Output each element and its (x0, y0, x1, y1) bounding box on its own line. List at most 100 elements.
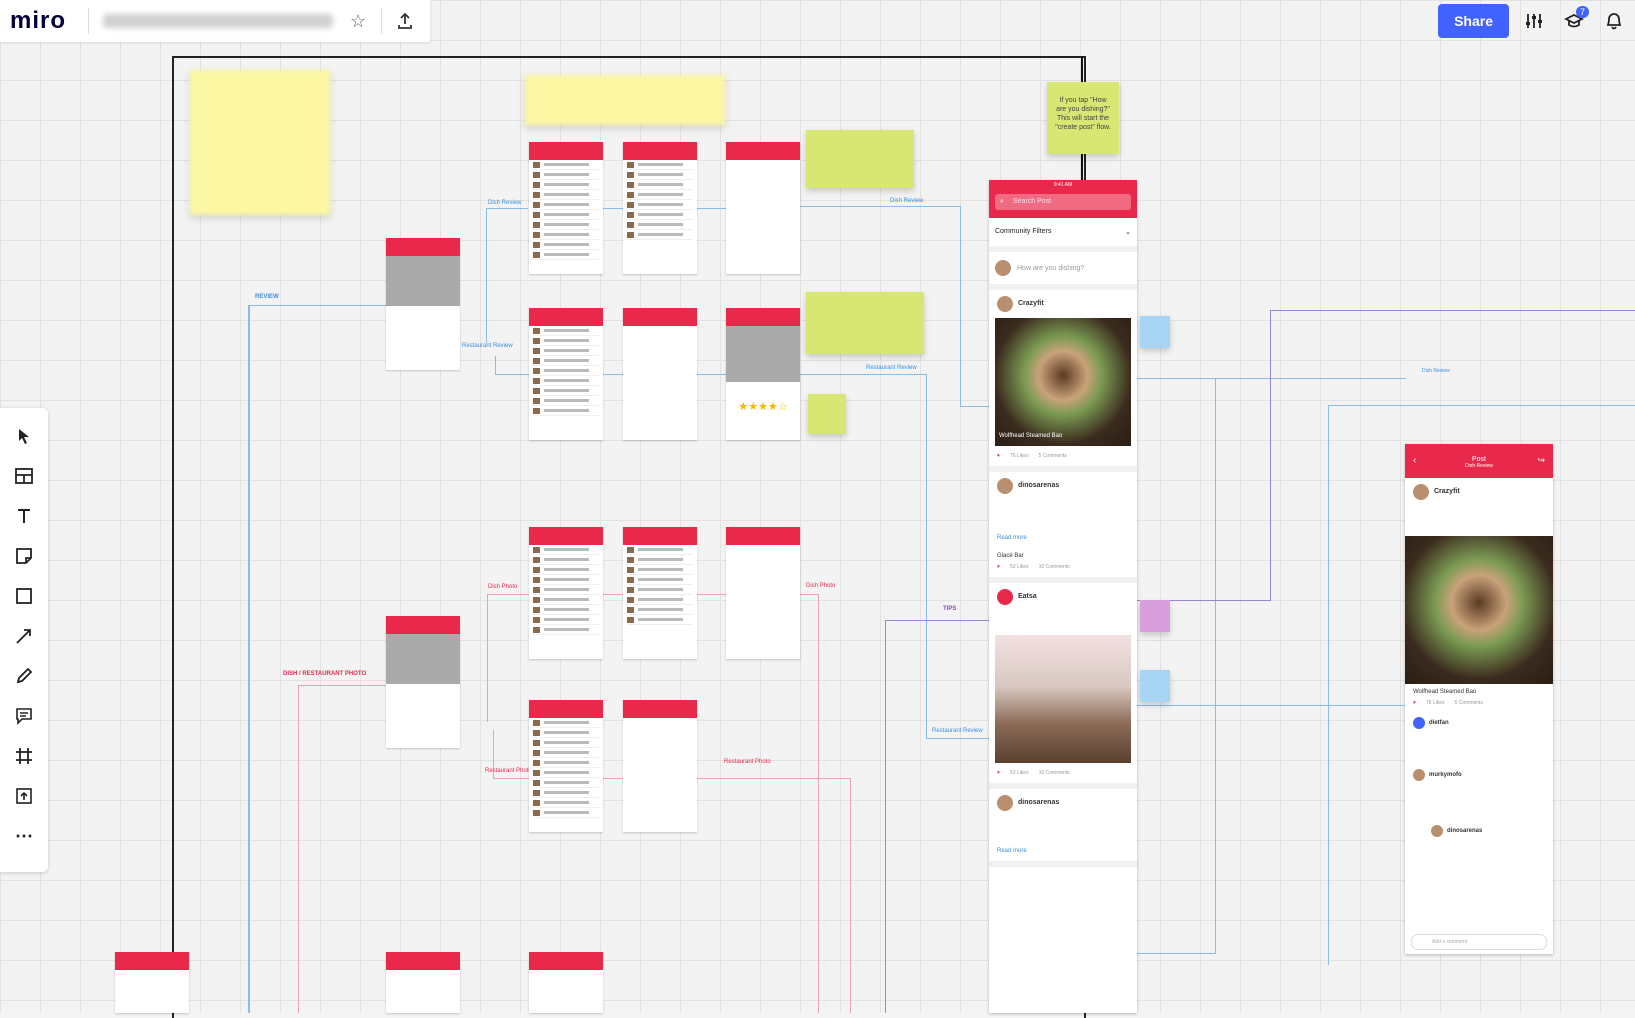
screen-photo-select-dish[interactable] (623, 527, 697, 659)
comment-count[interactable]: 5 Comments (1039, 452, 1067, 460)
post-detail-body: Crazyfit Wolfhead Steamed Bao ♥ 76 Likes… (1405, 478, 1553, 843)
connector (1215, 378, 1216, 953)
comment-count[interactable]: 10 Comments (1039, 563, 1070, 571)
connector (926, 374, 927, 739)
miro-logo[interactable]: miro (0, 7, 80, 35)
read-more-link[interactable]: Read more (997, 847, 1129, 855)
avatar (1413, 484, 1429, 500)
screen-bottom[interactable] (115, 952, 189, 1013)
upload-icon[interactable] (390, 6, 420, 36)
sticky-note[interactable] (806, 130, 914, 188)
compose-post-input[interactable]: How are you dishing? (989, 252, 1137, 290)
templates-icon[interactable] (6, 458, 42, 494)
screen-dish-review-post[interactable] (726, 142, 800, 274)
shape-icon[interactable] (6, 578, 42, 614)
screen-post-detail[interactable]: ‹ Post Dish Review ↪ Crazyfit Wolfhead S… (1405, 444, 1553, 954)
connector (926, 738, 990, 739)
feed-post[interactable]: Crazyfit Wolfhead Steamed Bao ♥ 76 Likes… (989, 290, 1137, 472)
search-input[interactable]: ⌕ Search Post (995, 194, 1131, 210)
screen-restaurant-review-rating[interactable]: ★★★★☆ (726, 308, 800, 440)
screen-bottom[interactable] (386, 952, 460, 1013)
sticky-note[interactable] (1140, 670, 1170, 702)
post-image-bao[interactable]: Wolfhead Steamed Bao (995, 318, 1131, 446)
more-icon[interactable]: ⋯ (6, 818, 42, 854)
comment-username[interactable]: dinosarenas (1447, 827, 1482, 835)
add-comment-input[interactable]: Add a comment (1411, 934, 1547, 950)
feed-post[interactable]: dinosarenas Read more (989, 789, 1137, 867)
share-button[interactable]: Share (1438, 4, 1509, 38)
blurred-sticky-note-top[interactable] (525, 75, 725, 125)
label-restaurant-review: Restaurant Review (932, 728, 983, 734)
screen-review-select-restaurant[interactable] (529, 308, 603, 440)
screen-review-select-restaurant[interactable] (529, 142, 603, 274)
sticky-note[interactable] (808, 394, 846, 434)
like-count: 53 Likes (1009, 770, 1029, 776)
post-caption: Wolfhead Steamed Bao (1413, 689, 1477, 695)
post-username[interactable]: dinosarenas (1018, 482, 1059, 490)
post-detail-title: Post (1471, 456, 1486, 463)
blurred-sticky-note[interactable] (190, 70, 330, 215)
pen-icon[interactable] (6, 658, 42, 694)
board-canvas[interactable]: REVIEW Dish Review Dish Review Dish Revi… (0, 0, 1635, 1018)
board-name-blurred[interactable] (103, 14, 334, 28)
sticky-note[interactable] (1140, 600, 1170, 632)
read-more-link[interactable]: Read more (997, 534, 1129, 542)
comment: dietfan (1413, 717, 1545, 729)
connector (1136, 378, 1406, 379)
sticky-note-icon[interactable] (6, 538, 42, 574)
post-username[interactable]: Eatsa (1018, 593, 1037, 601)
label-dish-review: Dish Review (1422, 368, 1450, 374)
upload-icon[interactable] (6, 778, 42, 814)
back-icon[interactable]: ‹ (1413, 455, 1416, 466)
screen-bottom[interactable] (529, 952, 603, 1013)
sticky-note[interactable] (806, 292, 924, 354)
community-filters[interactable]: Community Filters ⌄ (989, 218, 1137, 252)
post-caption: Wolfhead Steamed Bao (999, 433, 1063, 439)
connector (486, 208, 528, 209)
comment-count[interactable]: 10 Comments (1039, 769, 1070, 777)
connector (298, 685, 388, 686)
comment-icon[interactable] (6, 698, 42, 734)
screen-dish-photo-post[interactable] (726, 527, 800, 659)
screen-community-feed[interactable]: 9:41 AM ⌕ Search Post Community Filters … (989, 180, 1137, 1013)
post-image-bao[interactable] (1405, 536, 1553, 684)
heart-icon[interactable]: ♥ (1413, 699, 1416, 707)
learning-cap-icon[interactable]: 7 (1559, 6, 1589, 36)
comment-username[interactable]: murkymofo (1429, 771, 1462, 779)
screen-new-review-post[interactable] (386, 238, 460, 370)
post-username[interactable]: Crazyfit (1434, 488, 1460, 496)
label-restaurant-review: Restaurant Review (866, 365, 917, 371)
left-toolbar: ⋯ (0, 408, 48, 872)
screen-review-select-dish[interactable] (623, 142, 697, 274)
feed-post[interactable]: Eatsa ♥ 53 Likes 10 Comments (989, 583, 1137, 789)
screen-photo-select-restaurant[interactable] (529, 527, 603, 659)
screen-photo-select-restaurant[interactable] (529, 700, 603, 832)
frame-icon[interactable] (6, 738, 42, 774)
sticky-note[interactable] (1140, 316, 1170, 348)
connector (885, 620, 886, 1013)
divider (381, 8, 383, 34)
post-dish-name[interactable]: Glacé Bar (997, 552, 1129, 560)
post-image-restaurant[interactable] (995, 635, 1131, 763)
label-dish-restaurant-photo: DISH / RESTAURANT PHOTO (283, 671, 367, 677)
heart-icon[interactable]: ♥ (997, 452, 1000, 460)
feed-post[interactable]: dinosarenas Read more Glacé Bar ♥ 53 Lik… (989, 472, 1137, 583)
heart-icon[interactable]: ♥ (997, 769, 1000, 777)
comment-username[interactable]: dietfan (1429, 719, 1449, 727)
post-username[interactable]: Crazyfit (1018, 300, 1044, 308)
connection-line-icon[interactable] (6, 618, 42, 654)
bell-icon[interactable] (1599, 6, 1629, 36)
select-cursor-icon[interactable] (6, 418, 42, 454)
heart-icon[interactable]: ♥ (997, 563, 1000, 571)
post-username[interactable]: dinosarenas (1018, 799, 1059, 807)
settings-sliders-icon[interactable] (1519, 6, 1549, 36)
text-icon[interactable] (6, 498, 42, 534)
sticky-note-create-post[interactable]: If you tap "How are you dishing?" This w… (1047, 82, 1119, 154)
label-dish-photo: Dish Photo (488, 584, 518, 590)
comment: murkymofo (1413, 769, 1545, 781)
screen-restaurant-review-post[interactable] (623, 308, 697, 440)
screen-new-photo-post[interactable] (386, 616, 460, 748)
share-icon[interactable]: ↪ (1537, 455, 1545, 466)
screen-restaurant-photo-post[interactable] (623, 700, 697, 832)
star-icon[interactable]: ☆ (343, 6, 373, 36)
